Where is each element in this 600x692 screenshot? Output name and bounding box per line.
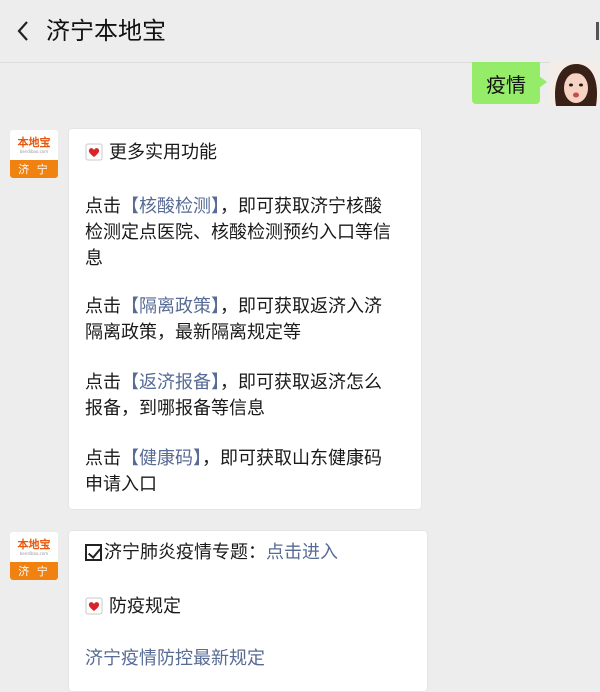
link-nucleic-test[interactable]: 【核酸检测】 <box>121 196 220 217</box>
more-button[interactable] <box>596 14 600 48</box>
bubble-heading-row: 防疫规定 <box>85 595 181 619</box>
chat-title: 济宁本地宝 <box>46 17 166 45</box>
bubble-heading: 更多实用功能 <box>109 142 217 163</box>
topic-enter-link[interactable]: 点击进入 <box>266 542 338 563</box>
item-line: 检测定点医院、核酸检测预约入口等信 <box>85 222 391 243</box>
bubble-heading: 防疫规定 <box>109 596 181 617</box>
avatar-url: bendibao.com <box>19 550 49 556</box>
checkbox-icon <box>85 544 102 561</box>
topic-text: 济宁肺炎疫情专题： <box>104 542 266 563</box>
latest-rules-link[interactable]: 济宁疫情防控最新规定 <box>85 647 265 671</box>
item-text: ，即可获取山东健康码 <box>202 448 382 469</box>
item-prefix: 点击 <box>85 196 121 217</box>
item-line: 点击【返济报备】，即可获取返济怎么 <box>85 371 382 395</box>
incoming-message: 济宁肺炎疫情专题：点击进入 防疫规定 济宁疫情防控最新规定 <box>68 530 428 692</box>
item-line: 点击【隔离政策】，即可获取返济入济 <box>85 295 382 319</box>
item-text: ，即可获取济宁核酸 <box>220 196 382 217</box>
item-line: 报备，到哪报备等信息 <box>85 398 265 419</box>
incoming-message: 更多实用功能 点击【核酸检测】，即可获取济宁核酸 检测定点医院、核酸检测预约入口… <box>68 128 422 510</box>
heart-icon <box>85 597 103 615</box>
item-line: 申请入口 <box>85 474 157 495</box>
back-chevron-icon <box>17 21 28 41</box>
avatar-url: bendibao.com <box>19 148 49 154</box>
avatar-brand: 本地宝 <box>17 537 51 551</box>
item-line: 息 <box>85 248 103 269</box>
account-avatar[interactable]: 本地宝 bendibao.com 济 宁 <box>10 130 58 178</box>
link-return-report[interactable]: 【返济报备】 <box>121 372 220 393</box>
item-text: ，即可获取返济入济 <box>220 296 382 317</box>
bubble-heading-row: 更多实用功能 <box>85 141 217 165</box>
item-prefix: 点击 <box>85 296 121 317</box>
item-line: 隔离政策，最新隔离规定等 <box>85 322 301 343</box>
avatar-city: 济 宁 <box>10 160 58 178</box>
link-isolation-policy[interactable]: 【隔离政策】 <box>121 296 220 317</box>
top-bar: 济宁本地宝 <box>0 0 600 63</box>
item-line: 点击【健康码】，即可获取山东健康码 <box>85 447 382 471</box>
outgoing-message[interactable]: 疫情 <box>472 62 547 104</box>
avatar-brand: 本地宝 <box>17 135 51 149</box>
link-health-code[interactable]: 【健康码】 <box>121 448 202 469</box>
outgoing-message-text: 疫情 <box>486 72 526 97</box>
avatar-city: 济 宁 <box>10 562 58 580</box>
item-prefix: 点击 <box>85 448 121 469</box>
self-avatar[interactable] <box>550 62 600 106</box>
topic-row: 济宁肺炎疫情专题：点击进入 <box>85 541 338 565</box>
heart-icon <box>85 143 103 161</box>
item-line: 点击【核酸检测】，即可获取济宁核酸 <box>85 195 382 219</box>
back-button[interactable] <box>10 16 36 46</box>
item-prefix: 点击 <box>85 372 121 393</box>
item-text: ，即可获取返济怎么 <box>220 372 382 393</box>
account-avatar[interactable]: 本地宝 bendibao.com 济 宁 <box>10 532 58 580</box>
